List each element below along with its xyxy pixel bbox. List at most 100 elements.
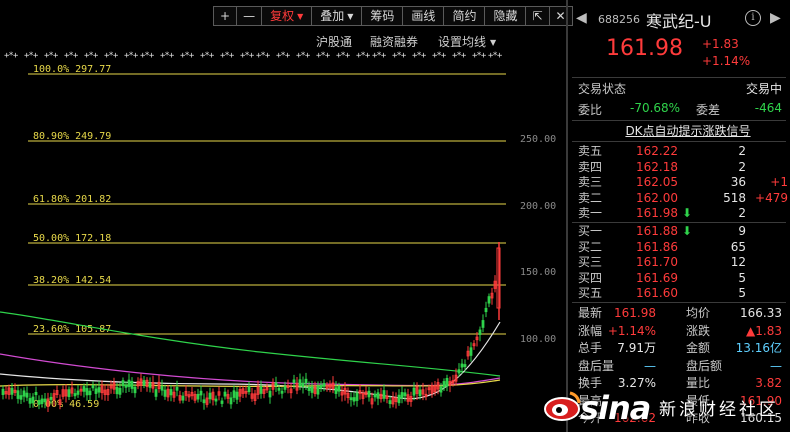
fuquan-dropdown[interactable]: 复权 ▼ bbox=[261, 6, 312, 26]
candle-body bbox=[229, 397, 233, 405]
order-book-row: 卖三 162.05 36 +1 bbox=[568, 175, 790, 190]
ruler-mark: +*+ bbox=[452, 51, 466, 61]
candle-body bbox=[1, 388, 5, 395]
candle-body bbox=[307, 386, 311, 391]
expand-icon[interactable]: ⇱ bbox=[525, 6, 549, 26]
candle-body bbox=[484, 307, 488, 313]
chouma-button[interactable]: 筹码 bbox=[361, 6, 403, 26]
sina-eye-icon bbox=[544, 391, 581, 421]
stats-row: 盘后量 — 盘后额 — bbox=[568, 358, 790, 374]
candle-body bbox=[196, 393, 200, 400]
fib-label: 80.90% 249.79 bbox=[33, 131, 111, 142]
candle-body bbox=[337, 385, 341, 392]
candle-body bbox=[334, 387, 338, 394]
ruler-mark: +*+ bbox=[412, 51, 426, 61]
trade-status-row: 交易状态 交易中 bbox=[568, 80, 790, 97]
candle-body bbox=[19, 395, 23, 400]
candle-body bbox=[85, 388, 89, 396]
weibi-value: -70.68% bbox=[630, 101, 681, 115]
ruler-mark: +*+ bbox=[200, 51, 214, 61]
hutong-link[interactable]: 沪股通 bbox=[316, 33, 352, 50]
candle-body bbox=[40, 398, 44, 405]
next-stock-icon[interactable]: ▶ bbox=[770, 10, 781, 26]
order-book-label: 买一 bbox=[578, 224, 603, 238]
sina-brand: sina bbox=[580, 389, 651, 427]
candle-body bbox=[88, 390, 92, 396]
order-book-price: 162.18 bbox=[636, 159, 678, 174]
candle-body bbox=[127, 379, 131, 387]
order-book-price: 162.00 bbox=[636, 190, 678, 205]
weibi-row: 委比 -70.68% 委差 -464 bbox=[568, 101, 790, 118]
stat-value: — bbox=[644, 358, 656, 373]
candle-body bbox=[355, 392, 359, 401]
order-book-volume: 65 bbox=[730, 239, 746, 254]
stat-value: ▲1.83 bbox=[746, 323, 782, 338]
ruler-mark: +*+ bbox=[44, 51, 58, 61]
order-book-label: 卖四 bbox=[578, 159, 603, 174]
zoom-in-button[interactable]: + bbox=[213, 6, 237, 26]
fibonacci-lines: 100.0% 297.7780.90% 249.7961.80% 201.825… bbox=[28, 64, 506, 410]
trade-status-value: 交易中 bbox=[745, 82, 782, 96]
ma-settings-dropdown[interactable]: 设置均线 ▼ bbox=[438, 33, 496, 50]
candle-body bbox=[382, 390, 386, 399]
candle-body bbox=[283, 386, 287, 390]
candle-body bbox=[301, 382, 305, 388]
candle-body bbox=[175, 387, 179, 391]
order-book-price: 162.05 bbox=[636, 175, 678, 189]
candle-body bbox=[322, 383, 326, 387]
candle-body bbox=[220, 400, 224, 404]
candle-body bbox=[49, 396, 53, 400]
candle-body bbox=[274, 382, 278, 386]
ruler-mark: +*+ bbox=[180, 51, 194, 61]
price-axis-label: 250.00 bbox=[520, 134, 556, 145]
candle-body bbox=[400, 392, 404, 399]
ruler-mark: +*+ bbox=[104, 51, 118, 61]
candle-body bbox=[310, 386, 314, 393]
candle-body bbox=[148, 382, 152, 388]
ma-line bbox=[0, 311, 501, 377]
zoom-out-button[interactable]: — bbox=[236, 6, 262, 26]
info-icon[interactable]: i bbox=[745, 10, 761, 26]
sina-watermark: sina 新浪财经社区 bbox=[532, 383, 790, 427]
stats-row: 最新 161.98 均价 166.33 bbox=[568, 305, 790, 321]
order-book-row: 卖五 162.22 2 bbox=[568, 144, 790, 159]
diejia-dropdown[interactable]: 叠加 ▼ bbox=[311, 6, 362, 26]
chart-subbar: 沪股通 融资融券 设置均线 ▼ bbox=[0, 33, 566, 49]
stat-value: 166.33 bbox=[740, 306, 782, 320]
ma-line bbox=[0, 353, 501, 387]
prev-stock-icon[interactable]: ◀ bbox=[576, 10, 587, 26]
candle-body bbox=[97, 387, 101, 393]
order-book-row: 卖一 161.98 2 ⬇ bbox=[568, 206, 790, 221]
candle-body bbox=[199, 390, 203, 396]
order-book-price: 162.22 bbox=[636, 144, 678, 158]
jianyue-button[interactable]: 简约 bbox=[443, 6, 485, 26]
candle-body bbox=[268, 390, 272, 398]
rongzi-link[interactable]: 融资融券 bbox=[370, 33, 418, 50]
huaxian-button[interactable]: 画线 bbox=[402, 6, 444, 26]
yincang-button[interactable]: 隐藏 bbox=[484, 6, 526, 26]
candle-body bbox=[181, 395, 185, 401]
order-book-price: 161.70 bbox=[636, 255, 678, 269]
candle-body bbox=[67, 389, 71, 398]
candle-body bbox=[442, 381, 446, 388]
dk-signal-link[interactable]: DK点自动提示涨跌信号 bbox=[608, 122, 768, 139]
ruler-mark: +*+ bbox=[296, 51, 310, 61]
order-book-diff: +1 bbox=[770, 175, 788, 189]
chart-toolbar: + — 复权 ▼ 叠加 ▼ 筹码 画线 简约 隐藏 ⇱ ✕ bbox=[213, 6, 573, 26]
candle-body bbox=[373, 393, 377, 398]
ruler-mark: +*+ bbox=[84, 51, 98, 61]
candle-body bbox=[319, 384, 323, 389]
sina-brand-cn: 新浪财经社区 bbox=[659, 400, 779, 420]
candle-body bbox=[247, 386, 251, 393]
candle-body bbox=[25, 392, 29, 398]
price-change-pct: +1.14% bbox=[702, 54, 751, 68]
weicha-label: 委差 bbox=[696, 103, 721, 117]
candle-body bbox=[412, 387, 416, 396]
stat-label: 均价 bbox=[686, 306, 711, 320]
order-book-volume: 2 bbox=[738, 206, 746, 220]
candle-body bbox=[418, 389, 422, 397]
fib-label: 61.80% 201.82 bbox=[33, 194, 111, 205]
stat-value: — bbox=[770, 358, 782, 373]
kline-chart-area[interactable]: 100.0% 297.77 80.90% 249.79 61.80% 201.82 5… bbox=[0, 0, 573, 432]
stat-value: 161.98 bbox=[614, 306, 656, 320]
